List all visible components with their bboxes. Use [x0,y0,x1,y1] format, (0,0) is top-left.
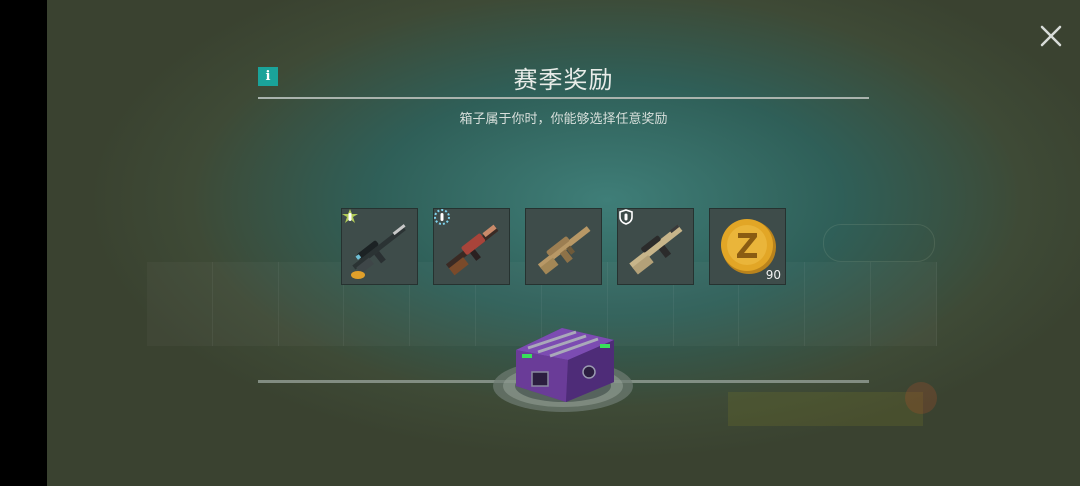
sniper-rifle-icon [351,224,406,279]
reward-card-shotgun[interactable] [433,208,510,285]
background-tabs [137,30,957,62]
bullpup-rifle-icon [629,224,683,275]
chest-icon[interactable] [492,320,634,414]
reward-options: 90 [0,208,1080,286]
assault-rifle-icon [537,226,591,275]
background-badge [905,382,937,414]
popup-title: 赛季奖励 [513,66,614,94]
reward-card-sniper-rifle[interactable] [341,208,418,285]
popup-subtitle: 箱子属于你时，你能够选择任意奖励 [459,112,668,127]
coin-quantity: 90 [765,268,781,282]
reward-card-gold-coin[interactable]: 90 [709,208,786,285]
background-button [728,392,923,426]
reward-card-assault-rifle[interactable] [525,208,602,285]
screen: i 赛季奖励 箱子属于你时，你能够选择任意奖励 90 [0,0,1080,486]
reward-card-bullpup-rifle[interactable] [617,208,694,285]
shotgun-icon [445,224,499,276]
close-icon[interactable] [1037,22,1065,50]
title-divider [258,97,869,99]
